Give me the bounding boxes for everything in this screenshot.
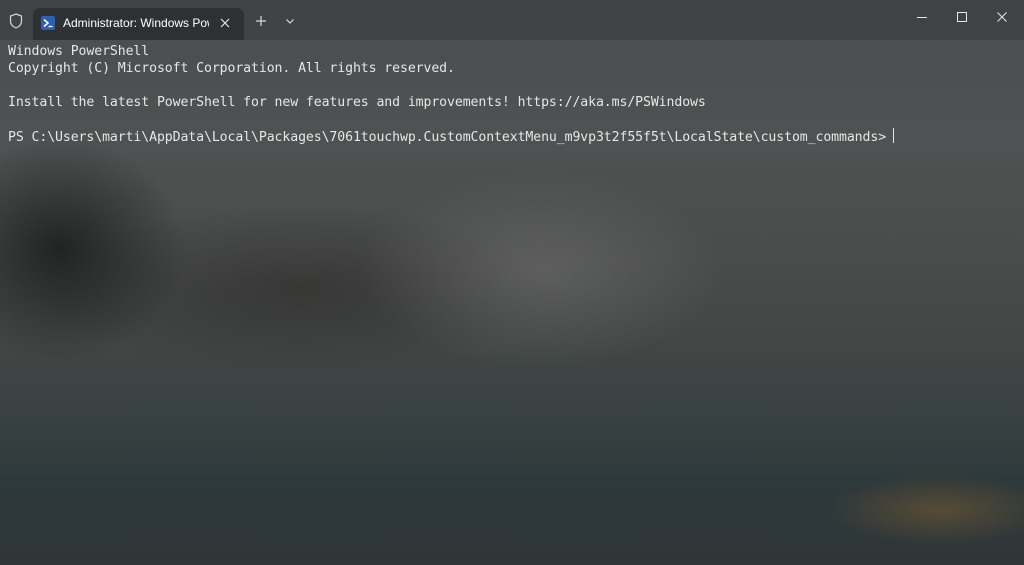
header-line-copyright: Copyright (C) Microsoft Corporation. All…	[8, 61, 455, 76]
maximize-button[interactable]	[942, 0, 982, 36]
header-line-title: Windows PowerShell	[8, 44, 150, 59]
chevron-down-icon	[286, 19, 294, 24]
close-button[interactable]	[982, 0, 1022, 36]
install-notice: Install the latest PowerShell for new fe…	[8, 95, 706, 110]
powershell-icon	[41, 16, 55, 30]
text-cursor	[893, 128, 895, 143]
prompt-line[interactable]: PS C:\Users\marti\AppData\Local\Packages…	[8, 128, 895, 146]
terminal-output[interactable]: Windows PowerShell Copyright (C) Microso…	[8, 43, 1018, 553]
maximize-icon	[957, 12, 967, 22]
new-tab-button[interactable]	[252, 12, 270, 30]
prompt-text: PS C:\Users\marti\AppData\Local\Packages…	[8, 130, 887, 145]
plus-icon	[256, 16, 266, 26]
minimize-icon	[917, 17, 927, 18]
title-bar[interactable]: Administrator: Windows PowerShell	[0, 0, 1024, 40]
tab-title: Administrator: Windows PowerShell	[63, 16, 209, 30]
tab-dropdown-button[interactable]	[282, 13, 298, 29]
minimize-button[interactable]	[902, 0, 942, 36]
tab-administrator-powershell[interactable]: Administrator: Windows PowerShell	[33, 8, 244, 40]
tab-close-icon[interactable]	[217, 15, 233, 31]
shield-icon	[9, 13, 23, 29]
close-icon	[997, 12, 1007, 22]
terminal-window: Administrator: Windows PowerShell	[0, 0, 1024, 565]
